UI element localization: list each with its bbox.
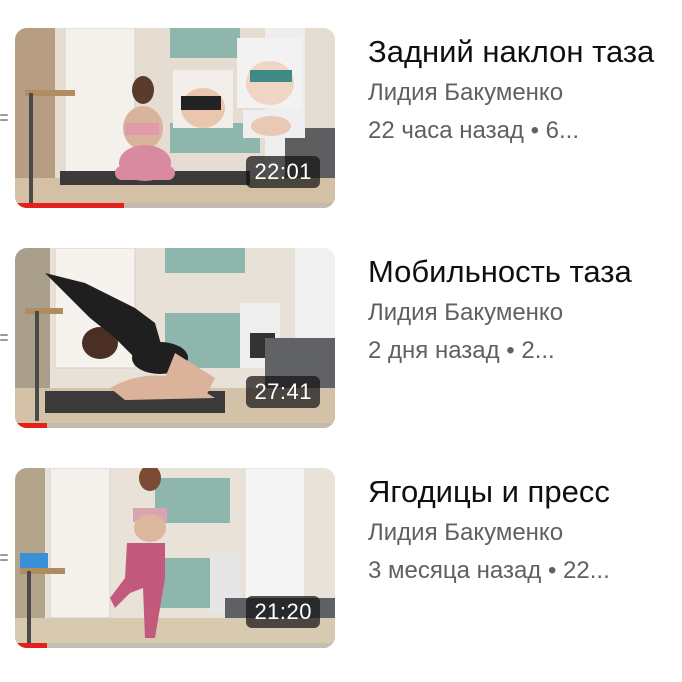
channel-name: Лидия Бакуменко <box>368 519 564 546</box>
watch-progress-fill <box>15 423 47 428</box>
video-list: 22:01 Задний наклон таза Лидия Бакуменко… <box>0 0 682 682</box>
video-details: 2 дня назад • 2... <box>368 337 555 364</box>
video-item[interactable]: 21:20 Ягодицы и пресс Лидия Бакуменко 3 … <box>0 468 682 648</box>
video-thumbnail[interactable]: 22:01 <box>15 28 335 208</box>
video-title[interactable]: Задний наклон таза <box>368 30 680 74</box>
video-thumbnail[interactable]: 21:20 <box>15 468 335 648</box>
drag-handle-icon[interactable] <box>0 334 8 344</box>
channel-name: Лидия Бакуменко <box>368 299 564 326</box>
video-thumbnail[interactable]: 27:41 <box>15 248 335 428</box>
watch-progress-bar <box>15 423 335 428</box>
video-title[interactable]: Мобильность таза <box>368 250 680 294</box>
watch-progress-bar <box>15 203 335 208</box>
watch-progress-fill <box>15 643 47 648</box>
video-details: 3 месяца назад • 22... <box>368 557 610 584</box>
duration-badge: 27:41 <box>246 376 320 408</box>
channel-name: Лидия Бакуменко <box>368 79 564 106</box>
drag-handle-icon[interactable] <box>0 114 8 124</box>
watch-progress-bar <box>15 643 335 648</box>
video-details: 22 часа назад • 6... <box>368 117 580 144</box>
duration-badge: 22:01 <box>246 156 320 188</box>
video-item[interactable]: 22:01 Задний наклон таза Лидия Бакуменко… <box>0 28 682 208</box>
video-item[interactable]: 27:41 Мобильность таза Лидия Бакуменко 2… <box>0 248 682 428</box>
watch-progress-fill <box>15 203 124 208</box>
video-meta[interactable]: Ягодицы и пресс Лидия Бакуменко 3 месяца… <box>368 470 680 590</box>
drag-handle-icon[interactable] <box>0 554 8 564</box>
video-title[interactable]: Ягодицы и пресс <box>368 470 680 514</box>
duration-badge: 21:20 <box>246 596 320 628</box>
video-meta[interactable]: Задний наклон таза Лидия Бакуменко 22 ча… <box>368 30 680 150</box>
video-meta[interactable]: Мобильность таза Лидия Бакуменко 2 дня н… <box>368 250 680 370</box>
